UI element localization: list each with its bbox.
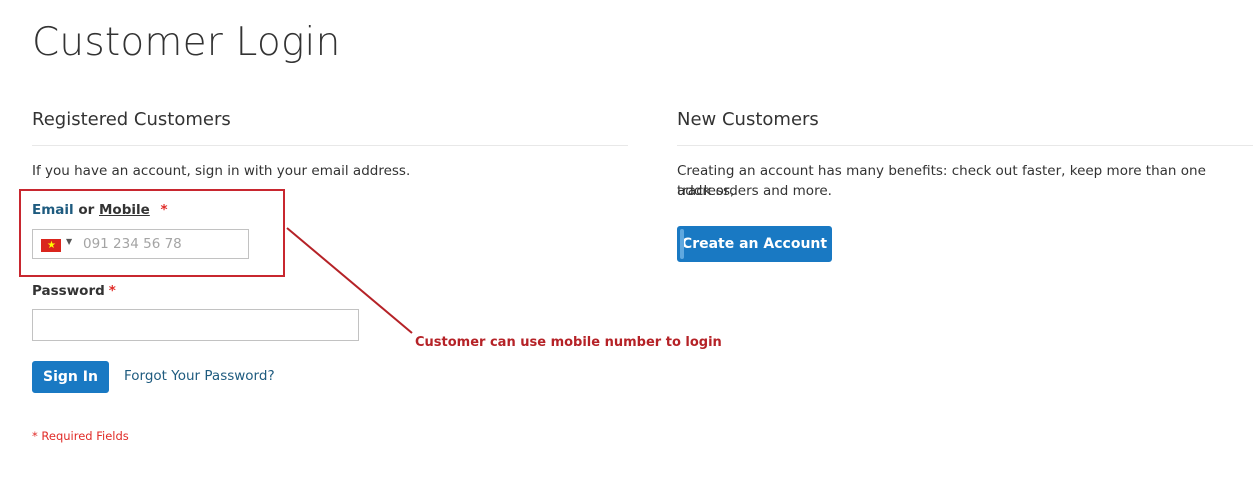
annotation-connector-line <box>286 227 413 334</box>
login-page: Customer Login Registered Customers If y… <box>0 0 1253 488</box>
annotation-callout-text: Customer can use mobile number to login <box>415 335 722 350</box>
annotation-arrow-line <box>286 227 413 334</box>
